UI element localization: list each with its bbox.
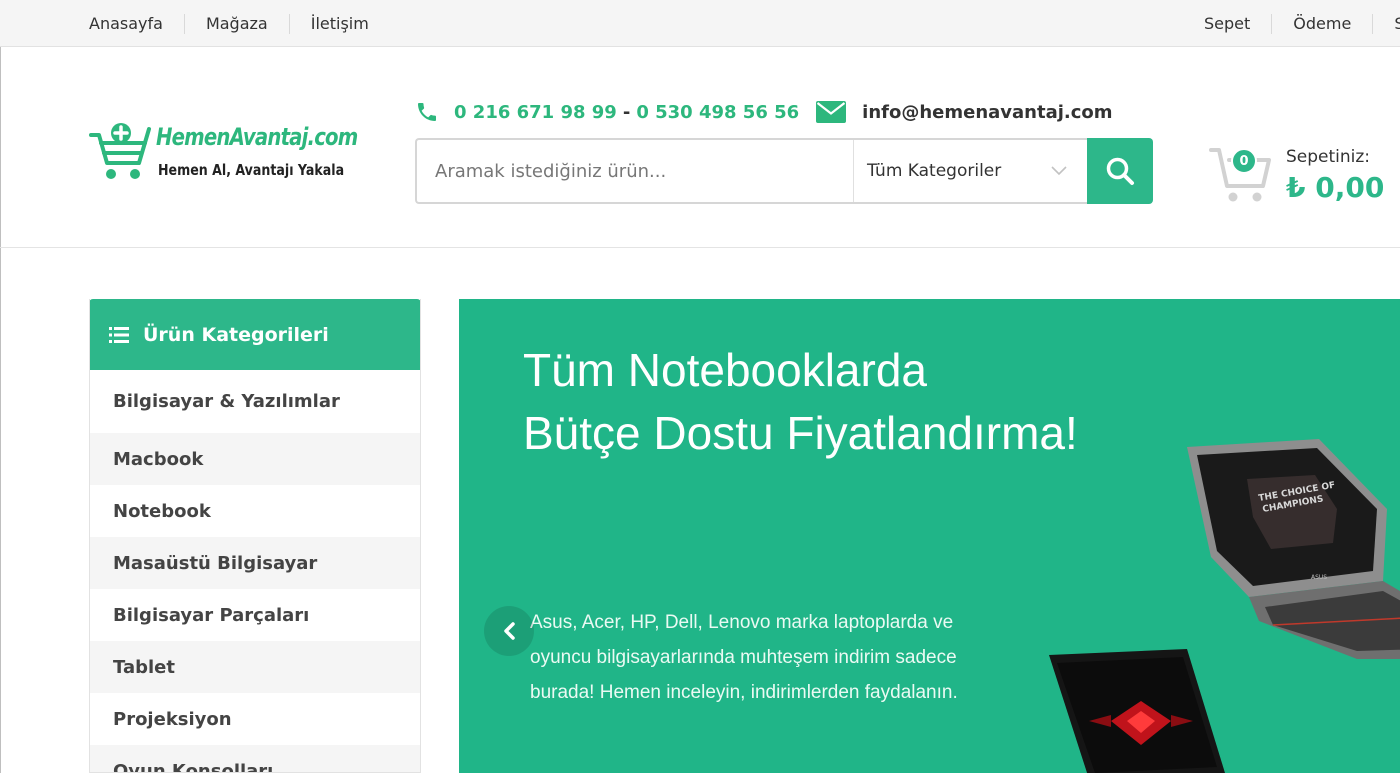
phone-separator: - [622,101,631,123]
hero-slider: Tüm Notebooklarda Bütçe Dostu Fiyatlandı… [459,299,1400,773]
chevron-left-icon [504,622,515,640]
sidebar-header: Ürün Kategorileri [90,299,420,370]
category-item-computer-parts[interactable]: Bilgisayar Parçaları [90,589,420,641]
nav-link-cart[interactable]: Sepet [1183,13,1273,34]
logo-name: HemenAvantaj.com [156,123,358,151]
nav-link-checkout[interactable]: Ödeme [1272,13,1374,34]
search-button[interactable] [1087,138,1153,204]
laptop-image-asus: THE CHOICE OF CHAMPIONS ASUS [1187,439,1400,659]
laptop-image-omen [1049,649,1225,773]
contact-info: 0 216 671 98 99 - 0 530 498 56 56 info@h… [415,97,1113,127]
category-item-notebook[interactable]: Notebook [90,485,420,537]
slider-prev-button[interactable] [484,606,534,656]
search-box: Tüm Kategoriler [415,138,1087,204]
list-icon [109,326,129,343]
cart-total: ₺ 0,00 [1286,171,1385,204]
category-item-computers-software[interactable]: Bilgisayar & Yazılımlar [90,370,420,433]
search-bar: Tüm Kategoriler [415,138,1153,204]
mini-cart[interactable]: 0 Sepetiniz: ₺ 0,00 [1209,140,1400,206]
hero-title-line-2: Bütçe Dostu Fiyatlandırma! [523,407,1078,459]
category-sidebar: Ürün Kategorileri Bilgisayar & Yazılımla… [89,299,421,773]
site-logo[interactable]: HemenAvantaj.com Hemen Al, Avantajı Yaka… [89,117,364,185]
phone-number-2[interactable]: 0 530 498 56 56 [636,102,799,123]
page-left-border [0,47,1,773]
header-divider [0,247,1400,248]
top-nav-left: Anasayfa Mağaza İletişim [68,0,390,47]
cart-count-badge: 0 [1231,148,1257,174]
category-select-value: Tüm Kategoriler [867,161,1002,181]
category-item-macbook[interactable]: Macbook [90,433,420,485]
chevron-down-icon [1051,166,1067,176]
logo-slogan: Hemen Al, Avantajı Yakala [158,161,345,179]
category-select[interactable]: Tüm Kategoriler [853,140,1087,202]
laptop-brand-text: ASUS [1311,574,1327,581]
logo-cart-icon [89,123,151,179]
category-item-desktop[interactable]: Masaüstü Bilgisayar [90,537,420,589]
top-nav-right: Sepet Ödeme S [1183,0,1400,47]
nav-link-shop[interactable]: Mağaza [185,13,290,34]
nav-link-contact[interactable]: İletişim [290,14,390,34]
hero-description: Asus, Acer, HP, Dell, Lenovo marka lapto… [530,612,958,703]
search-icon [1106,157,1134,185]
category-item-tablet[interactable]: Tablet [90,641,420,693]
email-address[interactable]: info@hemenavantaj.com [862,102,1112,123]
phone-number-1[interactable]: 0 216 671 98 99 [454,102,617,123]
top-bar: Anasayfa Mağaza İletişim Sepet Ödeme S [0,0,1400,47]
envelope-icon [816,101,847,123]
cart-label: Sepetiniz: [1286,147,1371,167]
nav-link-home[interactable]: Anasayfa [68,13,185,34]
sidebar-title: Ürün Kategorileri [143,323,329,346]
category-item-projector[interactable]: Projeksiyon [90,693,420,745]
hero-title: Tüm Notebooklarda Bütçe Dostu Fiyatlandı… [523,339,1078,465]
category-item-game-consoles[interactable]: Oyun Konsolları [90,745,420,772]
phone-icon [418,103,436,121]
search-input[interactable] [417,140,853,202]
nav-link-account-truncated[interactable]: S [1373,14,1400,34]
hero-title-line-1: Tüm Notebooklarda [523,344,927,396]
